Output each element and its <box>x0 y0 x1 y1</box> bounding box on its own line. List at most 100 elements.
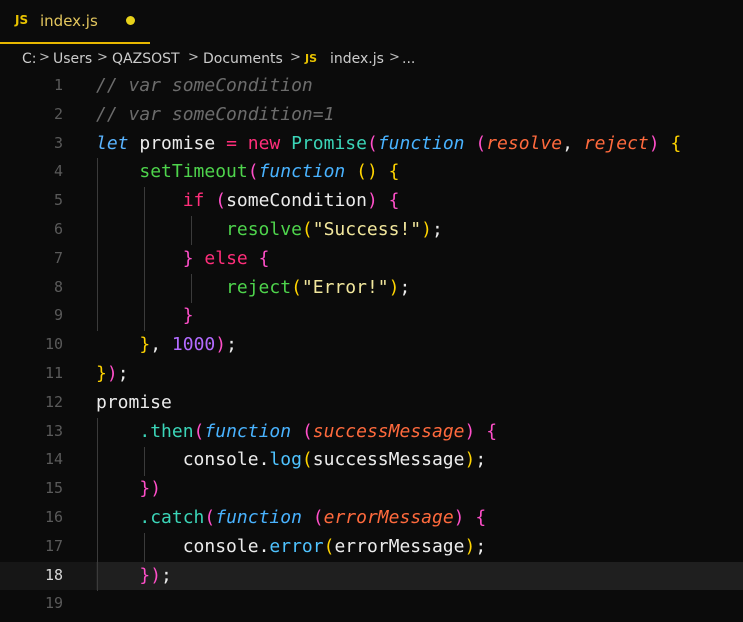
code-line[interactable]: 11}); <box>0 360 743 389</box>
breadcrumb-item-symbols[interactable]: ... <box>402 51 415 67</box>
code-editor[interactable]: 19 18 }); 17 console.error(errorMessage); 1… <box>0 72 743 622</box>
code-token: reject <box>583 132 649 154</box>
code-line[interactable]: 12 promise <box>0 389 743 418</box>
breadcrumb-item-file[interactable]: index.js <box>330 51 384 67</box>
chevron-right-icon: > <box>389 50 400 65</box>
code-token: log <box>269 449 302 471</box>
code-token: let <box>96 132 129 154</box>
modified-dot-icon[interactable] <box>126 16 135 25</box>
code-token: } <box>139 564 151 586</box>
code-text[interactable]: }, 1000); <box>96 334 237 356</box>
code-token: ; <box>475 535 487 557</box>
code-line[interactable]: 9 } <box>0 302 743 331</box>
code-text[interactable]: // var someCondition <box>96 75 313 97</box>
line-number: 11 <box>44 364 63 382</box>
code-token: // var someCondition <box>96 75 313 96</box>
code-text[interactable]: console.log(successMessage); <box>96 449 486 471</box>
code-token: reject <box>226 276 292 298</box>
code-text[interactable]: console.error(errorMessage); <box>96 536 486 558</box>
code-token: ( <box>301 449 313 471</box>
code-token: new <box>247 132 281 154</box>
code-line[interactable]: 2 // var someCondition=1 <box>0 101 743 130</box>
line-number: 10 <box>44 335 63 354</box>
code-line[interactable]: 13 .then(function (successMessage) { <box>0 418 743 447</box>
code-token: function <box>258 161 346 183</box>
code-token: ; <box>117 363 129 384</box>
code-token: ) <box>388 276 400 298</box>
code-line[interactable]: 16 .catch(function (errorMessage) { <box>0 504 743 533</box>
code-line[interactable]: 6 resolve("Success!"); <box>0 216 743 245</box>
breadcrumb-item-user[interactable]: QAZSOST <box>112 51 180 67</box>
code-token: { <box>475 507 487 528</box>
code-token: resolve <box>486 132 563 154</box>
breadcrumb-item-drive[interactable]: C: <box>22 51 37 67</box>
tab-bar: JS index.js <box>0 0 743 44</box>
chevron-right-icon: > <box>188 50 199 65</box>
code-line[interactable]: 7 } else { <box>0 245 743 274</box>
code-line[interactable]: 18 }); <box>0 561 743 591</box>
code-line[interactable]: 8 reject("Error!"); <box>0 274 743 303</box>
code-line[interactable]: 5 if (someCondition) { <box>0 187 743 216</box>
chevron-right-icon: > <box>97 50 108 65</box>
code-text[interactable]: }); <box>96 363 129 385</box>
code-line[interactable]: 17 console.error(errorMessage); <box>0 533 743 562</box>
code-text[interactable]: let promise = new Promise(function (reso… <box>96 133 681 155</box>
code-line[interactable]: 3 let promise = new Promise(function (res… <box>0 130 743 159</box>
code-token: Promise <box>291 132 367 154</box>
code-token: ; <box>475 449 487 471</box>
code-token: ( <box>193 420 205 442</box>
code-token: "Error!" <box>301 276 389 298</box>
line-number: 18 <box>44 565 63 584</box>
code-token: "Success!" <box>312 219 422 240</box>
code-token: 1000 <box>171 334 216 356</box>
breadcrumb-item-documents[interactable]: Documents <box>203 51 283 67</box>
code-text[interactable]: promise <box>96 392 172 414</box>
code-token: ( <box>301 420 313 442</box>
code-text[interactable]: }) <box>96 478 161 500</box>
code-line[interactable]: 4 setTimeout(function () { <box>0 158 743 187</box>
line-number: 4 <box>53 162 63 181</box>
code-token: ; <box>431 219 443 240</box>
code-text[interactable]: // var someCondition=1 <box>96 104 334 126</box>
code-text[interactable]: } else { <box>96 247 270 270</box>
code-token: } <box>182 305 194 327</box>
tab-index-js[interactable]: JS index.js <box>0 0 150 44</box>
code-token: ) <box>464 449 476 471</box>
code-token: ; <box>226 334 237 356</box>
code-text[interactable]: if (someCondition) { <box>96 190 400 212</box>
code-token: . <box>258 535 270 557</box>
code-line[interactable]: 1 // var someCondition <box>0 72 743 101</box>
code-line[interactable]: 19 <box>0 590 743 619</box>
javascript-file-icon: JS <box>305 52 318 65</box>
code-token: function <box>377 132 465 154</box>
code-text[interactable]: setTimeout(function () { <box>96 161 399 183</box>
code-text[interactable]: .catch(function (errorMessage) { <box>96 507 486 529</box>
indent-guide <box>191 274 192 303</box>
tab-label: index.js <box>40 12 98 30</box>
indent-guide <box>191 216 192 245</box>
breadcrumb-item-users[interactable]: Users <box>53 51 92 67</box>
code-line[interactable]: 15 }) <box>0 475 743 504</box>
code-token: successMessage <box>312 449 465 471</box>
code-token: else <box>204 247 248 269</box>
line-number: 14 <box>44 450 63 469</box>
code-text[interactable]: .then(function (successMessage) { <box>96 421 497 443</box>
code-text[interactable]: }); <box>96 565 172 587</box>
chevron-right-icon: > <box>290 50 301 65</box>
code-token: ) <box>150 564 162 586</box>
code-line[interactable]: 14 console.log(successMessage); <box>0 446 743 475</box>
code-text[interactable]: resolve("Success!"); <box>96 219 443 241</box>
code-token: error <box>269 535 324 557</box>
code-token: console <box>96 535 259 557</box>
code-token: ) <box>421 219 432 240</box>
code-line[interactable]: 10 }, 1000); <box>0 331 743 360</box>
code-token: { <box>258 247 270 269</box>
code-token: ( <box>291 276 302 298</box>
indent-guide <box>144 533 145 562</box>
line-number: 5 <box>53 191 63 210</box>
